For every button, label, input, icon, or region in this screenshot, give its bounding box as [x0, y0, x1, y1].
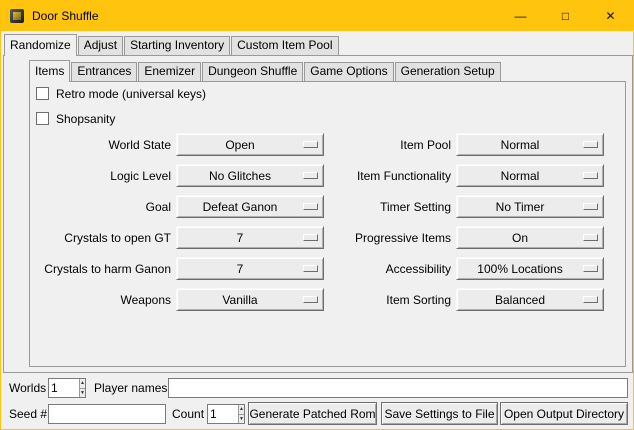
crystals-harm-ganon-value: 7: [237, 262, 244, 276]
timer-setting-dropdown[interactable]: No Timer: [456, 195, 604, 218]
worlds-input[interactable]: [49, 379, 79, 397]
dropdown-indicator-icon: [583, 172, 598, 179]
count-label: Count: [172, 404, 204, 424]
timer-setting-value: No Timer: [496, 200, 545, 214]
progressive-items-dropdown[interactable]: On: [456, 226, 604, 249]
generate-patched-rom-button[interactable]: Generate Patched Rom: [248, 402, 377, 425]
open-output-directory-button[interactable]: Open Output Directory: [500, 402, 628, 425]
item-sorting-label: Item Sorting: [306, 293, 456, 307]
dropdown-indicator-icon: [583, 234, 598, 241]
item-sorting-value: Balanced: [495, 293, 545, 307]
minimize-button[interactable]: —: [498, 1, 543, 31]
outer-tabs: Randomize Adjust Starting Inventory Cust…: [4, 34, 340, 55]
close-icon: ✕: [605, 9, 615, 23]
goal-value: Defeat Ganon: [203, 200, 278, 214]
world-state-label: World State: [26, 138, 176, 152]
tab-randomize[interactable]: Randomize: [4, 34, 77, 56]
count-spinner[interactable]: ▲ ▼: [207, 404, 245, 424]
logic-level-value: No Glitches: [209, 169, 271, 183]
crystals-open-gt-value: 7: [237, 231, 244, 245]
weapons-dropdown[interactable]: Vanilla: [176, 288, 324, 311]
worlds-spinner-buttons: ▲ ▼: [79, 379, 85, 397]
accessibility-value: 100% Locations: [477, 262, 562, 276]
tab-game-options[interactable]: Game Options: [304, 62, 393, 81]
spin-up-icon[interactable]: ▲: [239, 405, 244, 414]
item-functionality-dropdown[interactable]: Normal: [456, 164, 604, 187]
close-button[interactable]: ✕: [588, 1, 633, 31]
dropdown-indicator-icon: [583, 265, 598, 272]
window-title: Door Shuffle: [32, 9, 99, 23]
progressive-items-value: On: [512, 231, 528, 245]
shopsanity-label: Shopsanity: [56, 112, 115, 126]
spin-down-icon[interactable]: ▼: [80, 388, 85, 398]
worlds-label: Worlds: [9, 378, 46, 398]
tab-items[interactable]: Items: [29, 60, 70, 82]
save-settings-button[interactable]: Save Settings to File: [381, 402, 498, 425]
titlebar[interactable]: Door Shuffle — □ ✕: [1, 1, 633, 31]
item-pool-dropdown[interactable]: Normal: [456, 133, 604, 156]
tab-starting-inventory[interactable]: Starting Inventory: [124, 36, 230, 55]
timer-setting-label: Timer Setting: [306, 200, 456, 214]
dropdown-indicator-icon: [583, 141, 598, 148]
accessibility-label: Accessibility: [306, 262, 456, 276]
tab-adjust[interactable]: Adjust: [78, 36, 123, 55]
crystals-harm-ganon-dropdown[interactable]: 7: [176, 257, 324, 280]
tab-custom-item-pool[interactable]: Custom Item Pool: [231, 36, 338, 55]
inner-tabs: Items Entrances Enemizer Dungeon Shuffle…: [29, 60, 502, 81]
item-functionality-value: Normal: [501, 169, 540, 183]
shopsanity-checkbox-row[interactable]: Shopsanity: [36, 111, 115, 126]
worlds-spinner[interactable]: ▲ ▼: [48, 378, 86, 398]
app-window: Door Shuffle — □ ✕ Randomize Adjust Star…: [0, 0, 634, 430]
goal-label: Goal: [26, 200, 176, 214]
items-tab-content: [29, 81, 626, 367]
weapons-value: Vanilla: [222, 293, 257, 307]
item-pool-value: Normal: [501, 138, 540, 152]
item-pool-label: Item Pool: [306, 138, 456, 152]
player-names-input[interactable]: [168, 378, 628, 398]
seed-input[interactable]: [48, 404, 166, 424]
retro-mode-label: Retro mode (universal keys): [56, 87, 206, 101]
retro-mode-checkbox-row[interactable]: Retro mode (universal keys): [36, 86, 206, 101]
tab-dungeon-shuffle[interactable]: Dungeon Shuffle: [202, 62, 303, 81]
tab-generation-setup[interactable]: Generation Setup: [395, 62, 501, 81]
window-controls: — □ ✕: [498, 1, 633, 31]
tab-enemizer[interactable]: Enemizer: [138, 62, 201, 81]
logic-level-label: Logic Level: [26, 169, 176, 183]
logic-level-dropdown[interactable]: No Glitches: [176, 164, 324, 187]
tab-entrances[interactable]: Entrances: [71, 62, 137, 81]
retro-mode-checkbox[interactable]: [36, 87, 49, 100]
maximize-button[interactable]: □: [543, 1, 588, 31]
maximize-icon: □: [562, 9, 569, 23]
crystals-open-gt-dropdown[interactable]: 7: [176, 226, 324, 249]
item-functionality-label: Item Functionality: [306, 169, 456, 183]
progressive-items-label: Progressive Items: [306, 231, 456, 245]
app-icon: [10, 9, 24, 23]
count-spinner-buttons: ▲ ▼: [238, 405, 244, 423]
count-input[interactable]: [208, 405, 238, 423]
world-state-value: Open: [225, 138, 254, 152]
world-state-dropdown[interactable]: Open: [176, 133, 324, 156]
accessibility-dropdown[interactable]: 100% Locations: [456, 257, 604, 280]
player-names-label: Player names: [94, 378, 167, 398]
dropdown-indicator-icon: [583, 203, 598, 210]
dropdown-indicator-icon: [583, 296, 598, 303]
crystals-open-gt-label: Crystals to open GT: [26, 231, 176, 245]
weapons-label: Weapons: [26, 293, 176, 307]
spin-down-icon[interactable]: ▼: [239, 414, 244, 424]
goal-dropdown[interactable]: Defeat Ganon: [176, 195, 324, 218]
spin-up-icon[interactable]: ▲: [80, 379, 85, 388]
crystals-harm-ganon-label: Crystals to harm Ganon: [26, 262, 176, 276]
item-sorting-dropdown[interactable]: Balanced: [456, 288, 604, 311]
shopsanity-checkbox[interactable]: [36, 112, 49, 125]
minimize-icon: —: [515, 9, 527, 23]
seed-label: Seed #: [9, 404, 47, 424]
